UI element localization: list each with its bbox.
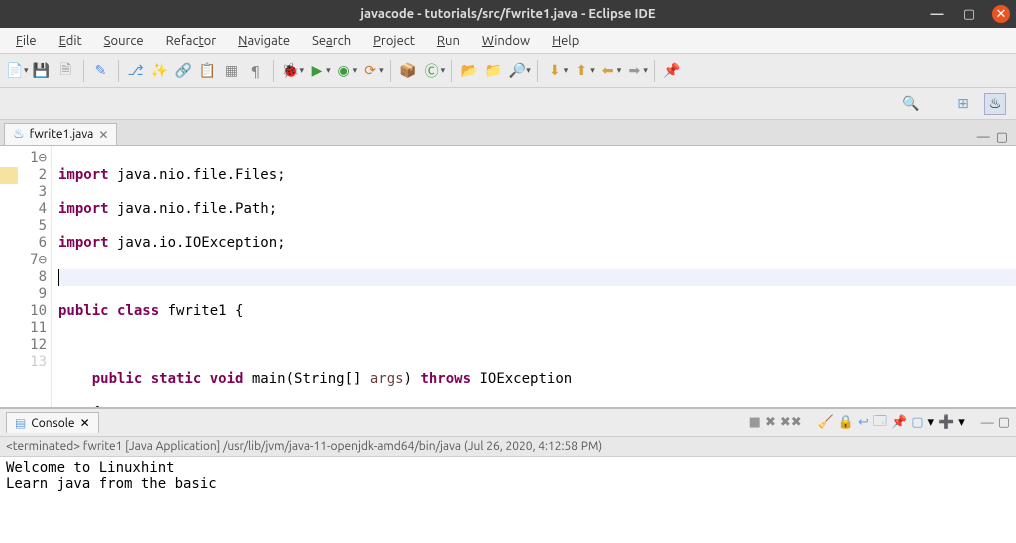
menu-refactor[interactable]: Refactor (156, 31, 227, 51)
task-icon[interactable]: 📋 (197, 60, 219, 82)
console-panel: ▤ Console ✕ ■ ✖ ✖✖ 🧹 🔒 ↩ 🗔 📌 ▢▾ ➕▾ — ▢ <… (0, 407, 1016, 543)
open-perspective-icon[interactable]: ⊞ (952, 93, 974, 115)
clear-console-icon[interactable]: 🧹 (818, 415, 834, 430)
menu-navigate[interactable]: Navigate (228, 31, 300, 51)
java-perspective-icon[interactable]: ♨ (984, 93, 1006, 115)
debug-icon[interactable]: 🐞 (280, 60, 302, 82)
console-toolbar: ■ ✖ ✖✖ 🧹 🔒 ↩ 🗔 📌 ▢▾ ➕▾ — ▢ (749, 412, 1010, 434)
forward-icon[interactable]: ➡ (623, 60, 645, 82)
close-console-icon[interactable]: ✕ (80, 416, 90, 430)
terminate-icon[interactable]: ■ (749, 415, 761, 430)
main-toolbar: 📄▾ 💾 🗎 ✎ ⎇ ✨ 🔗 📋 ▦ ¶ 🐞▾ ▶▾ ◉▾ ⟳▾ 📦 Ⓒ▾ 📂 … (0, 54, 1016, 88)
scroll-lock-icon[interactable]: 🔒 (838, 415, 854, 430)
remove-launch-icon[interactable]: ✖ (765, 415, 776, 430)
minimize-button[interactable]: — (928, 5, 946, 23)
menu-file[interactable]: FFileile (6, 31, 47, 51)
search-file-icon[interactable]: 🔎 (506, 60, 528, 82)
line-number-gutter: 1⊖234 567⊖8 910111213 (18, 146, 52, 407)
run-icon[interactable]: ▶ (306, 60, 328, 82)
pilcrow-icon[interactable]: ¶ (245, 60, 267, 82)
editor-tab-fwrite1[interactable]: ♨ fwrite1.java ✕ (4, 123, 117, 145)
menu-source[interactable]: Source (94, 31, 154, 51)
perspective-bar: 🔍 ⊞ ♨ (0, 88, 1016, 120)
editor-tab-label: fwrite1.java (30, 128, 94, 141)
search-icon[interactable]: 🔍 (900, 93, 922, 115)
link-icon[interactable]: 🔗 (173, 60, 195, 82)
close-tab-icon[interactable]: ✕ (98, 128, 108, 142)
marker-column (0, 146, 18, 407)
open-folder2-icon[interactable]: 📁 (482, 60, 504, 82)
remove-all-icon[interactable]: ✖✖ (780, 415, 802, 430)
minimize-view-icon[interactable]: — (977, 130, 990, 145)
back-icon[interactable]: ⬅ (597, 60, 619, 82)
open-console-icon[interactable]: ➕ (938, 415, 954, 430)
menu-project[interactable]: Project (363, 31, 425, 51)
window-title: javacode - tutorials/src/fwrite1.java - … (360, 7, 655, 21)
maximize-button[interactable]: ▢ (960, 5, 978, 23)
menu-help[interactable]: Help (542, 31, 589, 51)
java-file-icon: ♨ (13, 127, 25, 142)
menu-run[interactable]: Run (427, 31, 470, 51)
new-icon[interactable]: 📄 (4, 60, 26, 82)
save-icon[interactable]: 💾 (31, 60, 53, 82)
console-tab-label: Console (31, 417, 74, 430)
console-status: <terminated> fwrite1 [Java Application] … (0, 437, 1016, 457)
code-editor[interactable]: 1⊖234 567⊖8 910111213 import java.nio.fi… (0, 146, 1016, 407)
console-header: ▤ Console ✕ ■ ✖ ✖✖ 🧹 🔒 ↩ 🗔 📌 ▢▾ ➕▾ — ▢ (0, 409, 1016, 437)
pin-icon[interactable]: 📌 (661, 60, 683, 82)
editor-area: ♨ fwrite1.java ✕ — ▢ 1⊖234 567⊖8 9101112… (0, 120, 1016, 407)
save-all-icon[interactable]: 🗎 (55, 60, 77, 82)
code-content[interactable]: import java.nio.file.Files; import java.… (52, 146, 1016, 407)
wand-icon[interactable]: ✎ (90, 60, 112, 82)
close-button[interactable]: ✕ (992, 5, 1010, 23)
pin-console-icon[interactable]: 📌 (891, 415, 907, 430)
console-output[interactable]: Welcome to Linuxhint Learn java from the… (0, 457, 1016, 543)
new-package-icon[interactable]: 📦 (397, 60, 419, 82)
next-annotation-icon[interactable]: ⬆ (570, 60, 592, 82)
warning-marker-icon (0, 167, 18, 184)
window-titlebar: javacode - tutorials/src/fwrite1.java - … (0, 0, 1016, 28)
editor-tabbar: ♨ fwrite1.java ✕ — ▢ (0, 120, 1016, 146)
open-type-icon[interactable]: ⎇ (125, 60, 147, 82)
display-selected-icon[interactable]: ▢ (911, 415, 923, 430)
console-tab[interactable]: ▤ Console ✕ (6, 412, 99, 433)
prev-annotation-icon[interactable]: ⬇ (544, 60, 566, 82)
minimize-console-icon[interactable]: — (981, 416, 994, 430)
word-wrap-icon[interactable]: ↩ (858, 415, 869, 430)
run-last-icon[interactable]: ⟳ (359, 60, 381, 82)
console-icon: ▤ (15, 416, 26, 430)
menu-bar: FFileile Edit Source Refactor Navigate S… (0, 28, 1016, 54)
maximize-view-icon[interactable]: ▢ (996, 130, 1008, 145)
menu-window[interactable]: Window (472, 31, 540, 51)
maximize-console-icon[interactable]: ▢ (998, 415, 1010, 430)
new-class-icon[interactable]: Ⓒ (421, 60, 443, 82)
menu-edit[interactable]: Edit (49, 31, 92, 51)
coverage-icon[interactable]: ◉ (333, 60, 355, 82)
block-icon[interactable]: ▦ (221, 60, 243, 82)
show-console-icon[interactable]: 🗔 (873, 412, 887, 434)
highlight-icon[interactable]: ✨ (149, 60, 171, 82)
open-folder-icon[interactable]: 📂 (458, 60, 480, 82)
menu-search[interactable]: Search (302, 31, 361, 51)
